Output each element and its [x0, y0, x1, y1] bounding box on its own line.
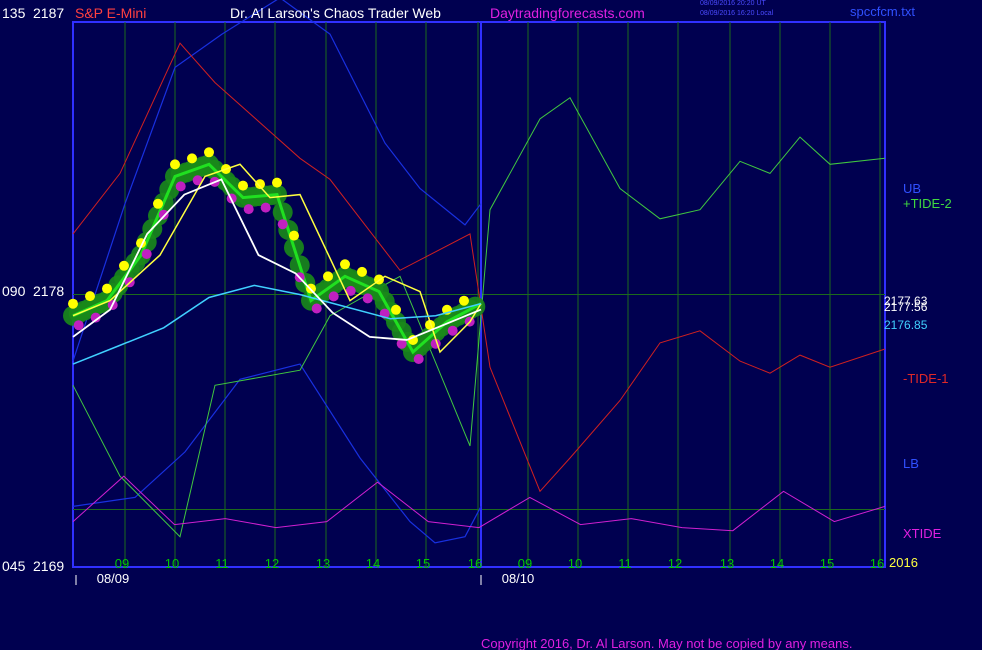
- high-marker: [391, 304, 401, 315]
- low-marker: [141, 249, 152, 259]
- low-marker: [328, 291, 339, 302]
- x-tick-label: 13: [316, 556, 330, 571]
- high-marker: [153, 198, 163, 209]
- x-tick-label: 14: [366, 556, 380, 571]
- high-marker: [170, 159, 180, 170]
- high-marker: [85, 291, 95, 302]
- x-tick-label: 11: [215, 556, 229, 571]
- top-left-value: 135: [2, 5, 26, 21]
- top-left-price: 2187: [33, 5, 65, 21]
- xtide-label: XTIDE: [903, 526, 942, 541]
- timestamp-local: 08/09/2016 16:20 Local: [700, 10, 774, 17]
- x-tick-label: 12: [265, 556, 279, 571]
- high-marker: [68, 298, 78, 309]
- chart-stage: 09 10 11 12 13 14 15 16 09 10 11 12 13 14 15 16 08/09 08/…: [0, 0, 982, 650]
- x-tick-label: 10: [568, 556, 582, 571]
- high-marker: [323, 271, 333, 282]
- file-name: spccfcm.txt: [850, 4, 916, 19]
- site-link[interactable]: Daytradingforecasts.com: [490, 5, 645, 21]
- high-marker: [289, 230, 299, 241]
- copyright: Copyright 2016, Dr. Al Larson. May not b…: [481, 636, 853, 650]
- x-tick-label: 09: [115, 556, 129, 571]
- x-tick-label: 15: [820, 556, 834, 571]
- tide1-label: -TIDE-1: [903, 371, 949, 386]
- low-marker: [362, 293, 373, 304]
- high-marker: [459, 295, 469, 306]
- x-tick-label: 12: [668, 556, 682, 571]
- x-tick-label: 16: [870, 556, 884, 571]
- price-label-3: 2176.85: [884, 318, 928, 332]
- x-tick-label: 16: [468, 556, 482, 571]
- bottom-price: 2169: [33, 558, 65, 574]
- high-marker: [272, 177, 282, 188]
- low-marker: [243, 204, 254, 215]
- x-tick-label: 10: [165, 556, 179, 571]
- x-tick-label: 09: [518, 556, 532, 571]
- chart-title: Dr. Al Larson's Chaos Trader Web: [230, 5, 441, 21]
- low-marker: [175, 181, 186, 192]
- mid-value: 090: [2, 283, 26, 299]
- low-marker: [158, 209, 169, 220]
- low-marker: [447, 325, 458, 336]
- timestamp-ut: 08/09/2016 20:20 UT: [700, 0, 766, 7]
- ub-label: UB: [903, 181, 922, 196]
- lb-label: LB: [903, 456, 919, 471]
- high-marker: [357, 266, 367, 277]
- high-marker: [102, 283, 112, 294]
- instrument-name: S&P E-Mini: [75, 5, 147, 21]
- high-marker: [119, 260, 129, 271]
- date-label: 08/10: [502, 571, 535, 586]
- x-tick-label: 13: [720, 556, 734, 571]
- bottom-value: 045: [2, 558, 26, 574]
- tide2-label: +TIDE-2: [903, 196, 952, 211]
- high-marker: [187, 153, 197, 164]
- year-label: 2016: [889, 555, 918, 570]
- x-tick-label: 14: [770, 556, 784, 571]
- low-marker: [73, 320, 84, 331]
- price-label-2: 2177.56: [884, 300, 928, 314]
- x-tick-label: 11: [618, 556, 632, 571]
- low-marker: [413, 354, 424, 364]
- low-marker: [277, 219, 288, 230]
- low-marker: [311, 303, 322, 314]
- high-marker: [204, 147, 214, 158]
- date-label: 08/09: [97, 571, 130, 586]
- xtide-line: [72, 475, 886, 532]
- x-tick-label: 15: [416, 556, 430, 571]
- mid-price: 2178: [33, 283, 65, 299]
- low-marker: [260, 202, 271, 213]
- tide-minus-1-line: [72, 42, 886, 493]
- high-marker: [238, 180, 248, 191]
- chart-svg: 09 10 11 12 13 14 15 16 09 10 11 12 13 14 15 16 08/09 08/…: [63, 0, 886, 586]
- high-marker: [340, 259, 350, 270]
- lower-band-line: [72, 363, 482, 544]
